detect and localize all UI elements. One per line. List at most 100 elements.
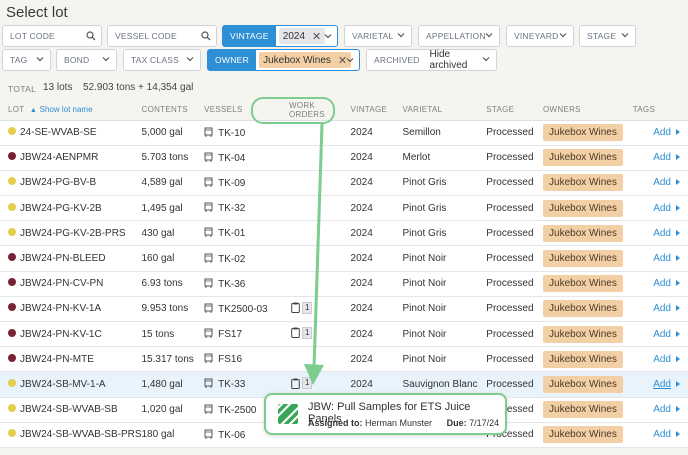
- table-row[interactable]: JBW24-PG-KV-2B-PRS 430 gal TK-01 2024 Pinot …: [0, 220, 688, 247]
- lot-code[interactable]: JBW24-PG-KV-2B-PRS: [20, 228, 126, 239]
- clipboard-icon[interactable]: [291, 378, 300, 389]
- lot-cell[interactable]: JBW24-PG-KV-2B-PRS: [0, 220, 142, 247]
- lot-cell[interactable]: JBW24-SB-MV-1-A: [0, 371, 142, 398]
- play-arrow-icon[interactable]: [676, 305, 680, 312]
- tags-cell[interactable]: Add: [632, 397, 688, 423]
- add-tag-link[interactable]: Add: [653, 379, 671, 390]
- clipboard-icon[interactable]: [291, 327, 300, 339]
- tags-cell[interactable]: Add: [632, 296, 688, 323]
- work-orders-cell[interactable]: 1: [275, 296, 351, 323]
- chevron-down-icon[interactable]: [346, 56, 354, 64]
- lot-code[interactable]: JBW24-SB-MV-1-A: [20, 379, 106, 390]
- tags-cell[interactable]: Add: [632, 145, 688, 171]
- play-arrow-icon[interactable]: [676, 355, 680, 362]
- lot-code[interactable]: JBW24-SB-WVAB-SB-PRS: [20, 429, 142, 440]
- work-order-popup[interactable]: JBW: Pull Samples for ETS Juice Panels A…: [264, 393, 507, 435]
- add-tag-link[interactable]: Add: [653, 127, 671, 138]
- add-tag-link[interactable]: Add: [653, 329, 671, 340]
- play-arrow-icon[interactable]: [676, 255, 680, 262]
- tax-class-filter[interactable]: TAX CLASS: [123, 49, 201, 71]
- add-tag-link[interactable]: Add: [653, 152, 671, 163]
- add-tag-link[interactable]: Add: [653, 177, 671, 188]
- add-tag-link[interactable]: Add: [653, 278, 671, 289]
- play-arrow-icon[interactable]: [676, 154, 680, 161]
- table-row[interactable]: JBW24-PN-KV-1C 15 tons FS17 1 2024 Pinot Noir…: [0, 321, 688, 348]
- show-lot-name-link[interactable]: Show lot name: [40, 105, 93, 114]
- play-arrow-icon[interactable]: [676, 406, 680, 413]
- play-arrow-icon[interactable]: [676, 380, 680, 387]
- table-row[interactable]: JBW24-AENPMR 5.703 tons TK-04 2024 Merlot Pro…: [0, 145, 688, 171]
- work-order-count[interactable]: 1: [301, 301, 313, 314]
- lot-cell[interactable]: JBW24-PG-KV-2B: [0, 195, 142, 222]
- table-row[interactable]: 24-SE-WVAB-SE 5,000 gal TK-10 2024 Semillon P…: [0, 120, 688, 146]
- column-header-tags[interactable]: TAGS: [632, 100, 688, 121]
- close-icon[interactable]: ✕: [312, 30, 321, 43]
- play-arrow-icon[interactable]: [676, 280, 680, 287]
- column-header-vintage[interactable]: VINTAGE: [350, 100, 403, 121]
- lot-code[interactable]: JBW24-PN-KV-1C: [20, 329, 102, 340]
- play-arrow-icon[interactable]: [676, 431, 680, 438]
- play-arrow-icon[interactable]: [676, 204, 680, 211]
- column-header-lot[interactable]: LOT ▲ Show lot name: [0, 100, 142, 121]
- appellation-filter[interactable]: APPELLATION: [418, 25, 500, 47]
- add-tag-link[interactable]: Add: [653, 354, 671, 365]
- add-tag-link[interactable]: Add: [653, 404, 671, 415]
- lot-code[interactable]: JBW24-SB-WVAB-SB: [20, 404, 118, 415]
- owner-filter[interactable]: OWNER Jukebox Wines ✕: [207, 49, 360, 71]
- lot-code[interactable]: JBW24-PG-BV-B: [20, 177, 96, 188]
- lot-code[interactable]: JBW24-PG-KV-2B: [20, 203, 102, 214]
- archived-filter[interactable]: ARCHIVED Hide archived: [366, 49, 497, 71]
- lot-code[interactable]: JBW24-PN-BLEED: [20, 253, 106, 264]
- work-order-count[interactable]: 1: [301, 326, 313, 339]
- play-arrow-icon[interactable]: [676, 229, 680, 236]
- tags-cell[interactable]: Add: [632, 371, 688, 398]
- column-header-varietal[interactable]: VARIETAL: [402, 100, 487, 121]
- play-arrow-icon[interactable]: [676, 129, 680, 136]
- tags-cell[interactable]: Add: [632, 220, 688, 247]
- vineyard-filter[interactable]: VINEYARD: [506, 25, 574, 47]
- lot-cell[interactable]: 24-SE-WVAB-SE: [0, 120, 142, 146]
- lot-code-filter[interactable]: LOT CODE: [2, 25, 102, 47]
- column-header-owners[interactable]: OWNERS: [543, 100, 633, 121]
- table-row[interactable]: JBW24-PN-KV-1A 9.953 tons TK2500-03 1 2024 Pi…: [0, 296, 688, 323]
- add-tag-link[interactable]: Add: [653, 203, 671, 214]
- add-tag-link[interactable]: Add: [653, 228, 671, 239]
- add-tag-link[interactable]: Add: [653, 253, 671, 264]
- tags-cell[interactable]: Add: [632, 170, 688, 197]
- lot-code[interactable]: JBW24-AENPMR: [20, 152, 98, 163]
- tags-cell[interactable]: Add: [632, 271, 688, 297]
- lot-cell[interactable]: JBW24-AENPMR: [0, 145, 142, 171]
- tags-cell[interactable]: Add: [632, 195, 688, 222]
- table-row[interactable]: JBW24-PN-CV-PN 6.93 tons TK-36 2024 Pinot No…: [0, 271, 688, 297]
- lot-cell[interactable]: JBW24-PN-KV-1A: [0, 296, 142, 323]
- stage-filter[interactable]: STAGE: [579, 25, 636, 47]
- vintage-chip[interactable]: 2024 ✕: [278, 28, 326, 44]
- table-row[interactable]: JBW24-PG-BV-B 4,589 gal TK-09 2024 Pinot Gri…: [0, 170, 688, 197]
- column-header-contents[interactable]: CONTENTS: [141, 100, 205, 121]
- sort-asc-icon[interactable]: ▲: [30, 107, 37, 114]
- tags-cell[interactable]: Add: [632, 321, 688, 348]
- bond-filter[interactable]: BOND: [56, 49, 117, 71]
- lot-cell[interactable]: JBW24-PN-CV-PN: [0, 271, 142, 297]
- column-header-stage[interactable]: STAGE: [486, 100, 544, 121]
- play-arrow-icon[interactable]: [676, 179, 680, 186]
- table-row[interactable]: JBW24-PG-KV-2B 1,495 gal TK-32 2024 Pinot Gr…: [0, 195, 688, 222]
- lot-code[interactable]: 24-SE-WVAB-SE: [20, 127, 97, 138]
- add-tag-link[interactable]: Add: [653, 303, 671, 314]
- lot-cell[interactable]: JBW24-SB-WVAB-SB-PRS: [0, 422, 142, 448]
- tags-cell[interactable]: Add: [632, 346, 688, 373]
- owner-chip[interactable]: Jukebox Wines ✕: [259, 52, 352, 68]
- table-row[interactable]: JBW24-PN-BLEED 160 gal TK-02 2024 Pinot Noir…: [0, 245, 688, 272]
- varietal-filter[interactable]: VARIETAL: [344, 25, 412, 47]
- tags-cell[interactable]: Add: [632, 422, 688, 448]
- work-orders-cell[interactable]: 1: [275, 321, 351, 348]
- work-order-count[interactable]: 1: [301, 377, 313, 390]
- lot-code[interactable]: JBW24-PN-CV-PN: [20, 278, 103, 289]
- lot-code[interactable]: JBW24-PN-MTE: [20, 354, 94, 365]
- lot-code[interactable]: JBW24-PN-KV-1A: [20, 303, 101, 314]
- tag-filter[interactable]: TAG: [2, 49, 51, 71]
- lot-cell[interactable]: JBW24-PN-KV-1C: [0, 321, 142, 348]
- lot-cell[interactable]: JBW24-PG-BV-B: [0, 170, 142, 197]
- vessel-code-filter[interactable]: VESSEL CODE: [107, 25, 217, 47]
- clipboard-icon[interactable]: [291, 302, 300, 314]
